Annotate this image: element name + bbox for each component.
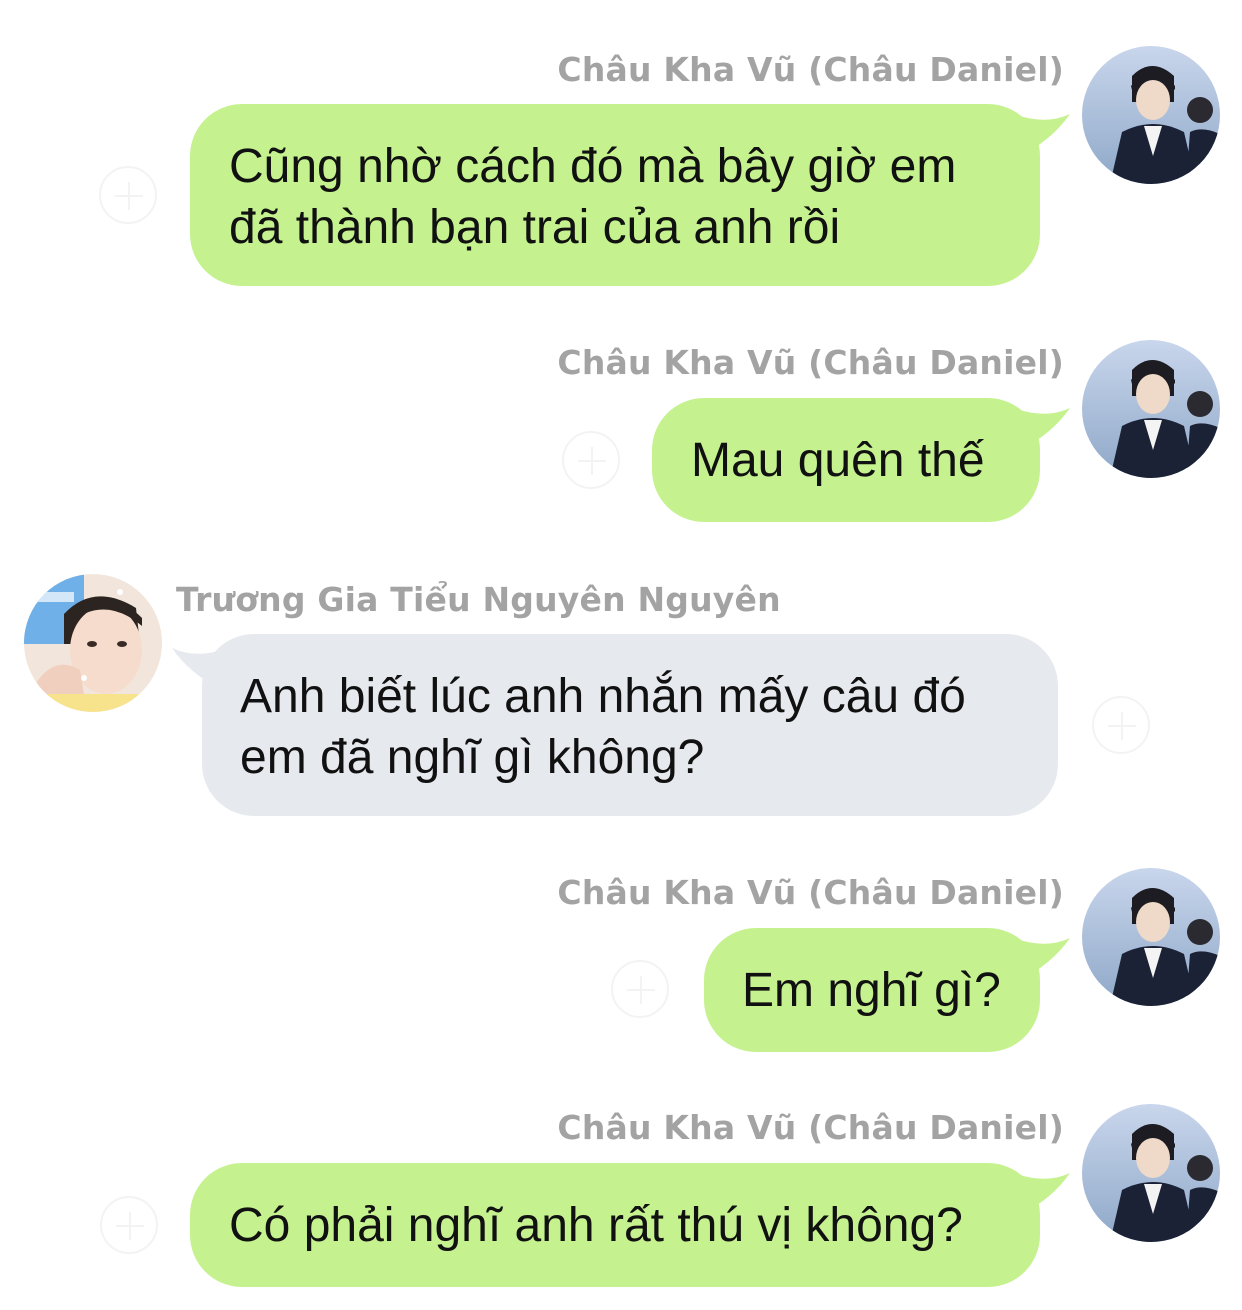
add-reaction-button[interactable] [611, 960, 669, 1018]
sender-name: Châu Kha Vũ (Châu Daniel) [557, 1108, 1064, 1147]
sender-name: Châu Kha Vũ (Châu Daniel) [557, 873, 1064, 912]
bubble-tail [1000, 108, 1070, 156]
avatar[interactable] [1082, 1104, 1220, 1242]
sender-name: Châu Kha Vũ (Châu Daniel) [557, 343, 1064, 382]
message-text-line: Em nghĩ gì? [742, 964, 1001, 1017]
avatar-icon [24, 574, 162, 712]
message-text-line: Cũng nhờ cách đó mà bây giờ em [229, 140, 957, 193]
avatar[interactable] [1082, 46, 1220, 184]
bubble-tail [1000, 1167, 1070, 1215]
avatar-icon [1082, 46, 1220, 184]
add-reaction-button[interactable] [99, 166, 157, 224]
message-text-line: Mau quên thế [691, 434, 985, 487]
sender-name: Châu Kha Vũ (Châu Daniel) [557, 50, 1064, 89]
message-text-line: đã thành bạn trai của anh rồi [229, 201, 841, 254]
message-bubble[interactable]: Anh biết lúc anh nhắn mấy câu đó em đã n… [202, 634, 1058, 816]
avatar-icon [1082, 868, 1220, 1006]
bubble-tail [1000, 932, 1070, 980]
avatar[interactable] [1082, 340, 1220, 478]
avatar-icon [1082, 1104, 1220, 1242]
avatar[interactable] [1082, 868, 1220, 1006]
message-text-line: Anh biết lúc anh nhắn mấy câu đó [240, 670, 966, 723]
message-bubble[interactable]: Cũng nhờ cách đó mà bây giờ em đã thành … [190, 104, 1040, 286]
message-text-line: em đã nghĩ gì không? [240, 731, 705, 784]
sender-name: Trương Gia Tiểu Nguyên Nguyên [176, 580, 781, 619]
add-reaction-button[interactable] [1092, 696, 1150, 754]
add-reaction-button[interactable] [562, 431, 620, 489]
message-bubble[interactable]: Mau quên thế [652, 398, 1040, 522]
avatar-icon [1082, 340, 1220, 478]
message-text-line: Có phải nghĩ anh rất thú vị không? [229, 1199, 963, 1252]
add-reaction-button[interactable] [100, 1196, 158, 1254]
bubble-tail [1000, 402, 1070, 450]
message-bubble[interactable]: Em nghĩ gì? [704, 928, 1040, 1052]
message-bubble[interactable]: Có phải nghĩ anh rất thú vị không? [190, 1163, 1040, 1287]
avatar[interactable] [24, 574, 162, 712]
